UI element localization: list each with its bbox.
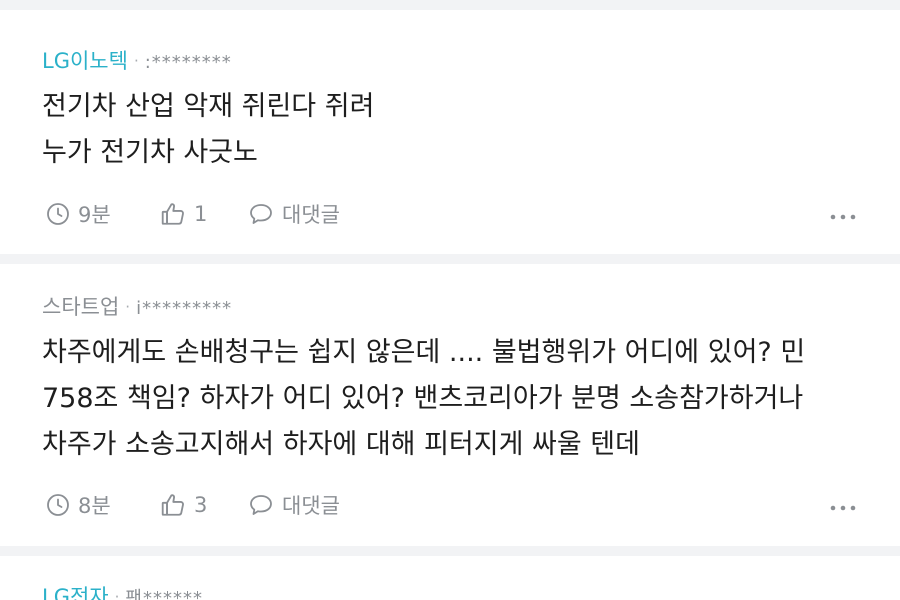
reply-button[interactable]: 대댓글 bbox=[248, 199, 340, 229]
meta-separator-dot: · bbox=[133, 52, 139, 70]
masked-user-id: i********* bbox=[136, 298, 233, 319]
time-label: 8분 bbox=[78, 494, 111, 518]
comment-text-line: 전기차 산업 악재 쥐린다 쥐려 bbox=[42, 91, 375, 122]
separator-band bbox=[0, 546, 900, 556]
comment-feed: LG이노텍 · :******** 전기차 산업 악재 쥐린다 쥐려 누가 전기차 … bbox=[0, 0, 900, 600]
like-button[interactable]: 1 bbox=[160, 199, 207, 229]
comment-meta: LG이노텍 · :******** bbox=[42, 48, 232, 76]
masked-user-id: 팬****** bbox=[125, 588, 203, 600]
masked-user-id: :******** bbox=[144, 52, 232, 73]
comment-text: 전기차 산업 악재 쥐린다 쥐려 누가 전기차 사긋노 bbox=[42, 84, 862, 176]
comment-time: 9분 bbox=[46, 199, 111, 229]
comment-text-line: 758조 책임? 하자가 어디 있어? 밴츠코리아가 분명 소송참가하거나 bbox=[42, 383, 804, 414]
comment-author[interactable]: LG전자 bbox=[42, 585, 109, 600]
comment-meta: 스타트업 · i********* bbox=[42, 294, 232, 322]
separator-band bbox=[0, 0, 900, 10]
thumbs-up-icon bbox=[160, 201, 194, 227]
more-options-button[interactable] bbox=[830, 199, 856, 229]
comment-actions: 9분 1 대댓글 bbox=[46, 199, 856, 229]
more-dots-icon bbox=[830, 493, 856, 517]
clock-icon bbox=[46, 202, 78, 226]
reply-label: 대댓글 bbox=[282, 203, 340, 227]
clock-icon bbox=[46, 493, 78, 517]
comment-author[interactable]: 스타트업 bbox=[42, 295, 119, 319]
comment-item: LG전자 · 팬****** bbox=[0, 584, 900, 600]
speech-bubble-icon bbox=[248, 493, 282, 517]
comment-item: 스타트업 · i********* 차주에게도 손배청구는 쉽지 않은데 .... … bbox=[0, 294, 900, 534]
comment-text-line: 차주가 소송고지해서 하자에 대해 피터지게 싸울 텐데 bbox=[42, 429, 640, 460]
speech-bubble-icon bbox=[248, 202, 282, 226]
like-button[interactable]: 3 bbox=[160, 490, 207, 520]
like-count: 1 bbox=[194, 202, 208, 226]
comment-actions: 8분 3 대댓글 bbox=[46, 490, 856, 520]
meta-separator-dot: · bbox=[114, 588, 120, 600]
more-options-button[interactable] bbox=[830, 490, 856, 520]
comment-author[interactable]: LG이노텍 bbox=[42, 49, 128, 73]
meta-separator-dot: · bbox=[125, 298, 131, 316]
like-count: 3 bbox=[194, 493, 208, 517]
time-label: 9분 bbox=[78, 203, 111, 227]
comment-time: 8분 bbox=[46, 490, 111, 520]
comment-text-line: 차주에게도 손배청구는 쉽지 않은데 .... 불법행위가 어디에 있어? 민 bbox=[42, 337, 806, 368]
comment-item: LG이노텍 · :******** 전기차 산업 악재 쥐린다 쥐려 누가 전기차 … bbox=[0, 48, 900, 240]
comment-text: 차주에게도 손배청구는 쉽지 않은데 .... 불법행위가 어디에 있어? 민 … bbox=[42, 330, 862, 468]
reply-label: 대댓글 bbox=[282, 494, 340, 518]
more-dots-icon bbox=[830, 202, 856, 226]
comment-meta: LG전자 · 팬****** bbox=[42, 584, 203, 600]
separator-band bbox=[0, 254, 900, 264]
reply-button[interactable]: 대댓글 bbox=[248, 490, 340, 520]
comment-text-line: 누가 전기차 사긋노 bbox=[42, 137, 258, 168]
thumbs-up-icon bbox=[160, 492, 194, 518]
